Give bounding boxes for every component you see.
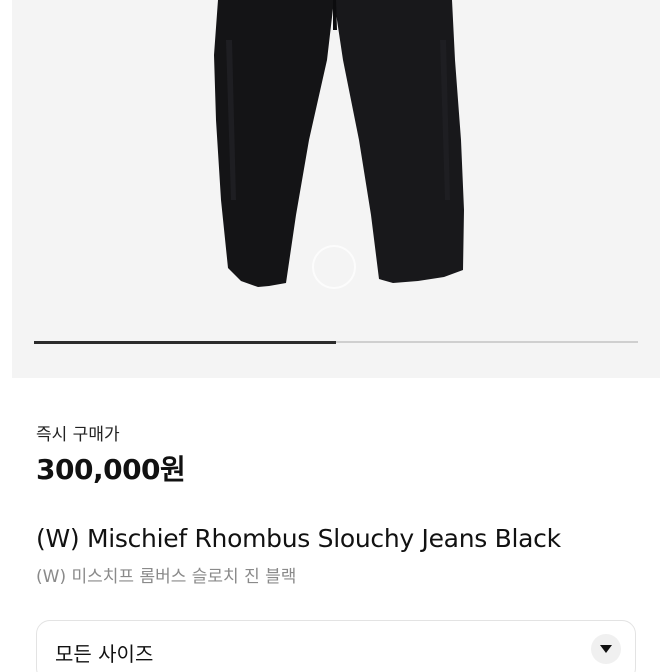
instant-buy-price: 300,000원 [36, 453, 186, 486]
gallery-right-edge [660, 0, 672, 378]
watermark-circle-icon [312, 245, 356, 289]
instant-buy-price-label: 즉시 구매가 [36, 425, 120, 445]
size-select-label: 모든 사이즈 [55, 642, 154, 666]
chevron-down-icon[interactable] [591, 634, 621, 664]
gallery-left-edge [0, 0, 12, 378]
product-title-korean: (W) 미스치프 롬버스 슬로치 진 블랙 [36, 567, 297, 587]
product-image-gallery[interactable] [0, 0, 672, 378]
slide-progress-fill [34, 340, 336, 344]
product-detail-page: 즉시 구매가 300,000원 (W) Mischief Rhombus Slo… [0, 0, 672, 672]
size-select-dropdown[interactable]: 모든 사이즈 [36, 620, 636, 672]
product-image [214, 0, 464, 287]
slide-progress-track [34, 340, 638, 344]
product-title: (W) Mischief Rhombus Slouchy Jeans Black [36, 524, 561, 553]
